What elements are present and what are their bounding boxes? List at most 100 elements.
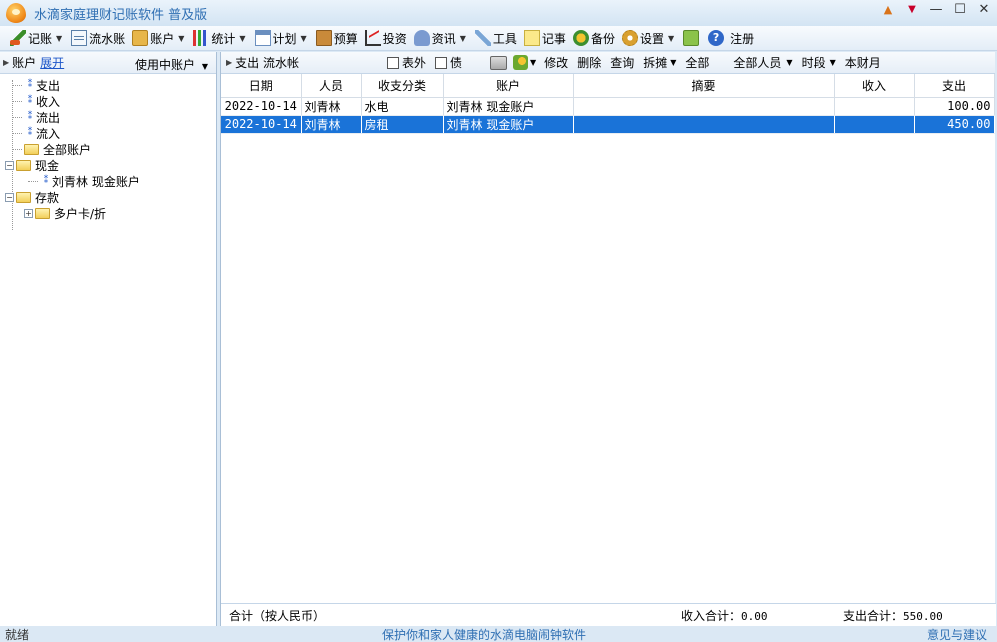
toolbar-backup-label: 备份 <box>590 31 615 46</box>
cell-income <box>834 115 915 134</box>
expand-link[interactable]: 展开 <box>40 54 64 71</box>
ledger-view-label: 支出 流水帐 <box>235 56 299 70</box>
chevron-down-icon[interactable]: ▼ <box>56 34 62 43</box>
expand-toggle-icon[interactable]: + <box>24 208 33 218</box>
expense-total-label: 支出合计： <box>843 608 904 623</box>
toolbar-plan-button[interactable]: 计划 ▼ <box>253 28 311 49</box>
chevron-down-icon[interactable]: ▼ <box>460 34 466 43</box>
toolbar-invest-label: 投资 <box>382 31 407 46</box>
table-row-selected[interactable]: 2022-10-14 刘青林 房租 刘青林 现金账户 450.00 <box>221 115 995 134</box>
export-button[interactable]: ▼ <box>513 55 536 70</box>
wallet-icon <box>132 30 149 46</box>
period-dropdown[interactable]: 时段 ▼ <box>802 54 836 71</box>
toolbar-stats-button[interactable]: 统计 ▼ <box>191 28 249 49</box>
node-icon: ⁑ <box>43 176 49 186</box>
user-icon[interactable]: ▲ <box>881 3 895 16</box>
members-dropdown[interactable]: 全部人员 ▼ <box>733 54 792 71</box>
tree-item-deposit[interactable]: − 存款 <box>0 189 216 205</box>
cell-memo <box>573 97 835 116</box>
column-header-account[interactable]: 账户 <box>443 74 574 98</box>
chevron-down-icon[interactable]: ▼ <box>668 34 674 43</box>
chevron-down-icon[interactable]: ▼ <box>301 34 307 43</box>
tree-item-cash-account[interactable]: ⁑ 刘青林 现金账户 <box>0 173 216 189</box>
tree-item-label: 流入 <box>36 126 61 141</box>
toolbar-backup-button[interactable]: 备份 <box>571 28 617 49</box>
debt-checkbox[interactable]: 债 <box>435 54 462 71</box>
feedback-link[interactable]: 意见与建议 <box>927 626 987 642</box>
period-value[interactable]: 本财月 <box>845 54 881 71</box>
print-button[interactable] <box>490 55 508 70</box>
delete-button[interactable]: 删除 <box>577 54 601 71</box>
tree-item-label: 流出 <box>36 110 61 125</box>
collapse-toggle-icon[interactable]: − <box>5 160 14 170</box>
toolbar-notes-button[interactable]: 记事 <box>522 28 568 49</box>
note-icon <box>523 30 540 46</box>
toolbar-record-button[interactable]: 记账 ▼ <box>8 28 66 49</box>
scope-dropdown[interactable]: 全部 <box>685 54 709 71</box>
checkbox-icon <box>435 56 447 69</box>
toolbar-settings-button[interactable]: 设置 ▼ <box>620 28 678 49</box>
chevron-down-icon: ▼ <box>530 58 537 67</box>
column-header-expense[interactable]: 支出 <box>914 74 995 98</box>
totals-label: 合计（按人民币） <box>229 608 326 623</box>
account-filter-dropdown[interactable]: 使用中账户 ▼ <box>135 56 208 73</box>
tree-item-inflow[interactable]: ⁑ 流入 <box>0 125 216 141</box>
chevron-down-icon: ▼ <box>786 58 793 67</box>
expense-total-value: 550.00 <box>903 609 943 623</box>
split-dropdown[interactable]: 拆摊 ▼ <box>643 54 676 71</box>
toolbar-plan-label: 计划 <box>272 31 297 46</box>
edit-button[interactable]: 修改 <box>544 54 568 71</box>
tree-item-cash[interactable]: − 现金 <box>0 157 216 173</box>
income-total: 收入合计：0.00 <box>681 607 768 624</box>
toolbar-settings-label: 设置 <box>639 31 664 46</box>
period-label: 时段 <box>801 56 826 70</box>
collapse-arrow-icon[interactable]: ▶ <box>3 58 9 67</box>
cell-person: 刘青林 <box>301 115 362 134</box>
toolbar-calculator-button[interactable] <box>681 28 703 49</box>
collapse-arrow-icon[interactable]: ▶ <box>226 58 232 67</box>
node-icon: ⁑ <box>27 128 33 138</box>
tree-item-income[interactable]: ⁑ 收入 <box>0 93 216 109</box>
pen-icon <box>10 30 26 46</box>
toolbar-register-button[interactable]: ? 注册 <box>706 28 756 49</box>
chevron-down-icon[interactable]: ▼ <box>239 34 245 43</box>
toolbar-budget-button[interactable]: 预算 <box>314 28 360 49</box>
maximize-icon[interactable]: ☐ <box>953 2 967 17</box>
tree-item-all-accounts[interactable]: 全部账户 <box>0 141 216 157</box>
column-header-income[interactable]: 收入 <box>834 74 915 98</box>
toolbar-account-button[interactable]: 账户 ▼ <box>130 28 188 49</box>
table-header-row: 日期 人员 收支分类 账户 摘要 收入 支出 <box>221 74 995 98</box>
table-row[interactable]: 2022-10-14 刘青林 水电 刘青林 现金账户 100.00 <box>221 97 995 116</box>
toolbar-account-label: 账户 <box>150 31 175 46</box>
column-header-category[interactable]: 收支分类 <box>361 74 444 98</box>
toolbar-tools-button[interactable]: 工具 <box>473 28 519 49</box>
toolbar-ledger-label: 流水账 <box>89 31 126 46</box>
column-header-person[interactable]: 人员 <box>301 74 362 98</box>
toolbar-ledger-button[interactable]: 流水账 <box>69 28 127 49</box>
split-label: 拆摊 <box>643 56 668 70</box>
minimize-icon[interactable]: — <box>929 2 943 17</box>
folder-icon <box>35 207 50 219</box>
tree-item-expense[interactable]: ⁑ 支出 <box>0 77 216 93</box>
chevron-down-icon[interactable]: ▼ <box>178 34 184 43</box>
close-icon[interactable]: ✕ <box>977 2 991 17</box>
collapse-toggle-icon[interactable]: − <box>5 192 14 202</box>
export-icon <box>513 55 529 70</box>
skin-dropdown-icon[interactable]: ▼ <box>905 4 919 15</box>
toolbar-news-button[interactable]: 资讯 ▼ <box>412 28 470 49</box>
tree-item-multi-card[interactable]: + 多户卡/折 <box>0 205 216 221</box>
cell-date: 2022-10-14 <box>221 97 302 116</box>
tree-item-outflow[interactable]: ⁑ 流出 <box>0 109 216 125</box>
toolbar-record-label: 记账 <box>28 31 53 46</box>
toolbar-invest-button[interactable]: 投资 <box>363 28 409 49</box>
promo-link[interactable]: 保护你和家人健康的水滴电脑闹钟软件 <box>382 626 586 642</box>
node-icon: ⁑ <box>27 80 33 90</box>
column-header-date[interactable]: 日期 <box>221 74 302 98</box>
query-button[interactable]: 查询 <box>610 54 634 71</box>
cell-account: 刘青林 现金账户 <box>443 97 574 116</box>
checkbox-label: 表外 <box>401 56 426 70</box>
ledger-icon <box>71 30 88 46</box>
folder-icon <box>24 143 39 155</box>
column-header-memo[interactable]: 摘要 <box>573 74 835 98</box>
off-balance-checkbox[interactable]: 表外 <box>386 54 426 71</box>
